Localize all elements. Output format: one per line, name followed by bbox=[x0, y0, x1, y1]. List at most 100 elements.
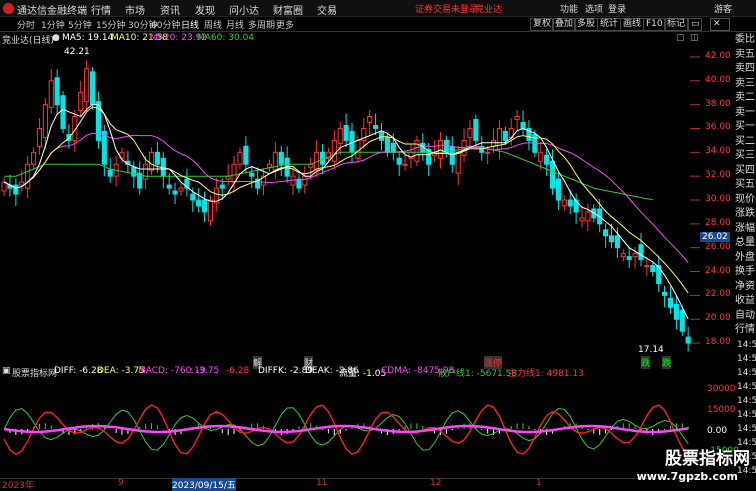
menu-zixun[interactable]: 资讯 bbox=[160, 2, 180, 17]
close-icon[interactable]: ✕ bbox=[710, 18, 730, 31]
indicator-info-bar: ▣ 股票指标网 DIFF: -6.28 DEA: -3.75 MACD: -76… bbox=[0, 366, 700, 379]
quote-label-0[interactable]: 委比 bbox=[735, 33, 756, 46]
stats-button[interactable]: 统计 bbox=[597, 18, 622, 31]
candle bbox=[89, 71, 96, 106]
quote-label-7[interactable]: 买二 bbox=[735, 135, 756, 148]
candle bbox=[473, 119, 479, 141]
candle bbox=[60, 95, 66, 129]
quote-label-16[interactable]: 换手 bbox=[735, 265, 756, 278]
restore-icon[interactable]: ▭ bbox=[688, 18, 702, 31]
login-button[interactable]: 登录 bbox=[608, 2, 626, 15]
menu-jiaoyi[interactable]: 交易 bbox=[317, 2, 337, 17]
menu-hangqing[interactable]: 行情 bbox=[91, 2, 111, 17]
function-button[interactable]: 功能 bbox=[560, 2, 578, 15]
candle bbox=[243, 145, 249, 165]
candle bbox=[343, 124, 349, 141]
candle bbox=[544, 154, 550, 165]
period-15min[interactable]: 15分钟 bbox=[96, 18, 125, 31]
candle bbox=[249, 172, 255, 177]
x-cursor-date: 2023/09/15/五 bbox=[172, 478, 236, 491]
quote-label-5[interactable]: 卖一 bbox=[735, 106, 756, 119]
period-60min[interactable]: 60分钟 bbox=[151, 18, 180, 31]
quote-label-15[interactable]: 外盘 bbox=[735, 251, 756, 264]
candle bbox=[679, 309, 685, 332]
candle bbox=[555, 178, 561, 201]
date-axis: 2023年 9 2023/09/15/五 11 12 1 bbox=[0, 478, 700, 491]
period-1min[interactable]: 1分钟 bbox=[41, 18, 65, 31]
candle bbox=[384, 136, 390, 153]
login-notice[interactable]: 证券交易未登录 bbox=[415, 2, 478, 15]
title-bar: 通达信金融终端 行情 市场 资讯 发现 问小达 财富圈 交易 证券交易未登录 竞… bbox=[0, 0, 756, 17]
overlay-button[interactable]: 叠加 bbox=[552, 18, 577, 31]
quote-label-18[interactable]: 收益 bbox=[735, 294, 756, 307]
f10-button[interactable]: F10 bbox=[643, 18, 666, 31]
quote-label-11[interactable]: 现价 bbox=[735, 193, 756, 206]
candle bbox=[390, 142, 396, 153]
mark-button[interactable]: 标记 bbox=[664, 18, 689, 31]
candlestick-chart[interactable] bbox=[0, 45, 700, 355]
fuquan-button[interactable]: 复权 bbox=[530, 18, 555, 31]
quote-label-9[interactable]: 买四 bbox=[735, 164, 756, 177]
period-timeshare[interactable]: 分时 bbox=[17, 18, 35, 31]
options-button[interactable]: 选项 bbox=[585, 2, 603, 15]
lock-icon[interactable]: ◫ bbox=[690, 33, 699, 43]
y-tick-9: 24.00 bbox=[705, 265, 731, 276]
quote-label-8[interactable]: 买三 bbox=[735, 149, 756, 162]
tick-time-1: 14:50 bbox=[737, 354, 756, 364]
quote-label-2[interactable]: 卖四 bbox=[735, 62, 756, 75]
menu-shichang[interactable]: 市场 bbox=[125, 2, 145, 17]
tick-time-5: 14:50 bbox=[737, 410, 756, 420]
quote-label-12[interactable]: 涨跌 bbox=[735, 207, 756, 220]
period-5min[interactable]: 5分钟 bbox=[68, 18, 92, 31]
quote-label-17[interactable]: 净资 bbox=[735, 280, 756, 293]
quote-label-1[interactable]: 卖五 bbox=[735, 48, 756, 61]
quote-label-19[interactable]: 自动 bbox=[735, 309, 756, 322]
candle bbox=[13, 184, 19, 195]
period-multi[interactable]: 多周期 bbox=[248, 18, 275, 31]
settings-dot-icon[interactable]: ● bbox=[52, 33, 60, 43]
candle bbox=[272, 151, 278, 171]
candle bbox=[514, 116, 520, 121]
quote-label-20[interactable]: 行情 bbox=[735, 323, 756, 336]
candle bbox=[402, 163, 408, 166]
candle bbox=[207, 199, 214, 222]
quote-label-6[interactable]: 买一 bbox=[735, 120, 756, 133]
indicator-chart[interactable] bbox=[0, 380, 700, 478]
candle bbox=[685, 336, 691, 344]
candle bbox=[650, 265, 656, 273]
period-weekly[interactable]: 周线 bbox=[204, 18, 222, 31]
quote-label-13[interactable]: 涨幅 bbox=[735, 222, 756, 235]
y-tick-5: 32.00 bbox=[705, 170, 731, 181]
candle bbox=[496, 127, 503, 150]
y-tick-7: 28.00 bbox=[705, 217, 731, 228]
menu-faxian[interactable]: 发现 bbox=[195, 2, 215, 17]
period-monthly[interactable]: 月线 bbox=[226, 18, 244, 31]
low-price-label: 17.14 bbox=[638, 345, 664, 355]
candle bbox=[396, 157, 402, 165]
tick-time-6: 14:50 bbox=[737, 424, 756, 434]
quote-label-14[interactable]: 总量 bbox=[735, 236, 756, 249]
draw-line-button[interactable]: 画线 bbox=[620, 18, 645, 31]
multi-stock-button[interactable]: 多股 bbox=[574, 18, 599, 31]
candle bbox=[603, 229, 609, 237]
indicator-settings-icon[interactable]: ▣ bbox=[2, 366, 11, 376]
candle bbox=[455, 151, 461, 174]
candle bbox=[644, 265, 650, 268]
y-tick-0: 42.00 bbox=[705, 50, 731, 61]
candle bbox=[608, 235, 615, 243]
expand-icon[interactable]: ▢ bbox=[676, 33, 685, 43]
guest-button[interactable]: 游客 bbox=[714, 2, 732, 15]
y-tick-2: 38.00 bbox=[705, 98, 731, 109]
menu-wenxiaoda[interactable]: 问小达 bbox=[229, 2, 259, 17]
candle bbox=[154, 151, 160, 165]
period-more[interactable]: 更多 bbox=[276, 18, 294, 31]
period-daily[interactable]: 日线 bbox=[181, 18, 199, 31]
quote-label-10[interactable]: 买五 bbox=[735, 178, 756, 191]
candle bbox=[502, 130, 508, 141]
menu-caifuquan[interactable]: 财富圈 bbox=[273, 2, 303, 17]
quote-label-3[interactable]: 卖三 bbox=[735, 77, 756, 90]
indicator-name[interactable]: 股票指标网 bbox=[12, 366, 57, 379]
quote-label-4[interactable]: 卖二 bbox=[735, 91, 756, 104]
candle bbox=[166, 184, 172, 189]
ind-y-0: 30000 bbox=[707, 384, 736, 394]
